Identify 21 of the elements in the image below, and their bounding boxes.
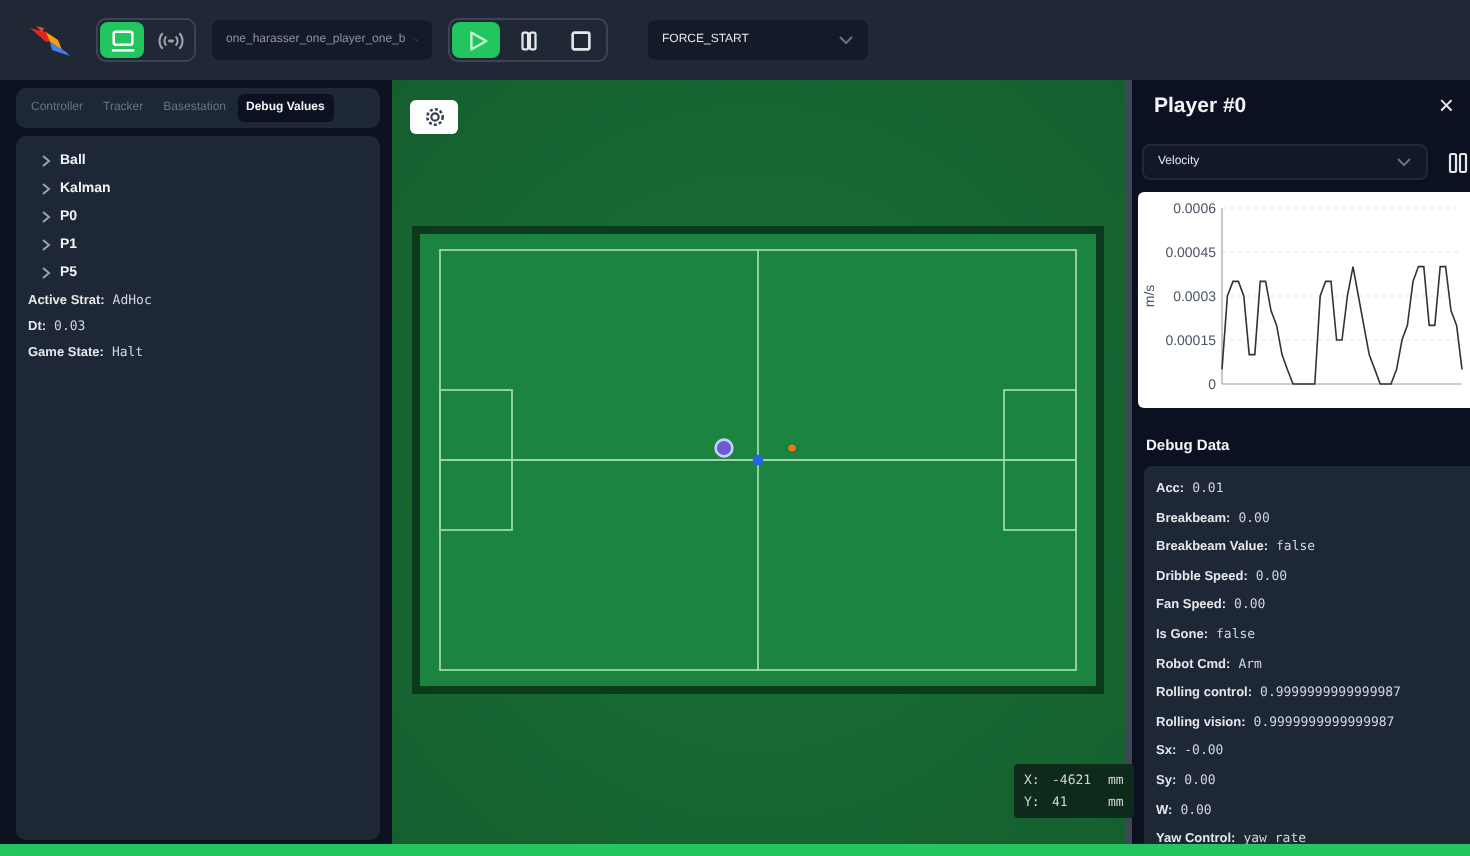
panel-title: Player #0 (1154, 94, 1247, 118)
chevron-right-icon[interactable] (40, 238, 52, 252)
pause-icon (515, 27, 541, 53)
pause-icon[interactable] (1448, 151, 1468, 173)
chevron-right-icon[interactable] (40, 266, 52, 280)
chevron-right-icon[interactable] (40, 182, 52, 196)
view-toggle[interactable] (96, 18, 196, 62)
chevron-right-icon[interactable] (40, 154, 52, 168)
chevron-right-icon[interactable] (40, 210, 52, 224)
bird-logo-icon (28, 22, 72, 58)
caret-icon (1396, 156, 1412, 168)
monitor-icon (109, 27, 135, 53)
monitor-view-button[interactable] (100, 22, 144, 58)
close-button[interactable]: × (1426, 92, 1466, 120)
play-button[interactable] (452, 22, 500, 58)
signal-waves-icon (157, 27, 183, 53)
settings-button[interactable] (410, 100, 458, 134)
settings-icon (423, 106, 445, 128)
playback-controls[interactable] (448, 18, 608, 62)
caret-icon (838, 34, 854, 46)
stop-icon (567, 27, 593, 53)
